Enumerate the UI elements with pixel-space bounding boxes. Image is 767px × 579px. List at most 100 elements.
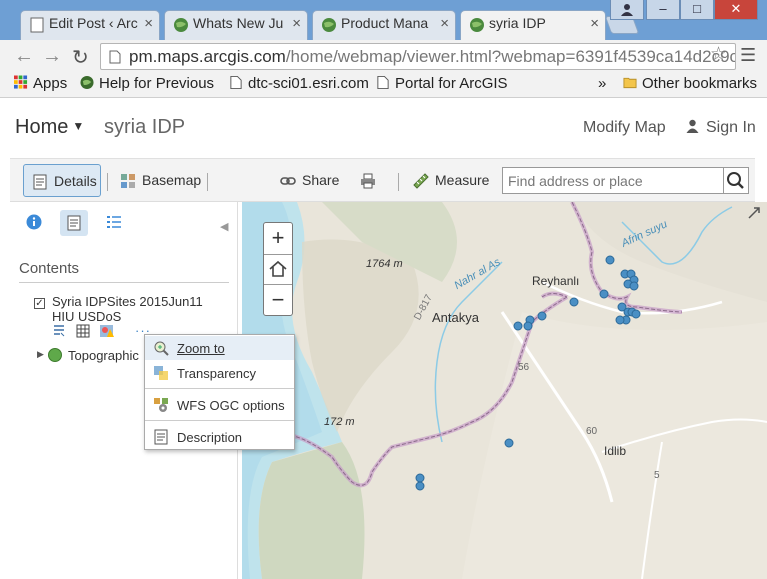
road-label: 56: [518, 362, 530, 373]
close-tab-icon[interactable]: ×: [440, 15, 449, 32]
bookmark-help[interactable]: Help for Previous: [80, 75, 214, 92]
legend-icon[interactable]: [106, 214, 122, 230]
share-label: Share: [302, 172, 340, 188]
printer-icon: [361, 173, 375, 189]
back-arrow-icon[interactable]: ←: [14, 45, 34, 68]
sign-in-label: Sign In: [706, 119, 756, 136]
contents-heading: Contents: [19, 260, 80, 277]
menu-item-transparency[interactable]: Transparency: [145, 361, 294, 385]
basemap-button[interactable]: Basemap: [112, 164, 209, 197]
bookmark-dtc[interactable]: dtc-sci01.esri.com: [229, 75, 369, 92]
zoom-in-button[interactable]: +: [264, 223, 292, 254]
menu-item-zoom-to[interactable]: Zoom to: [145, 336, 294, 360]
map-canvas[interactable]: [242, 202, 767, 579]
fullscreen-icon[interactable]: [747, 206, 761, 220]
more-bookmarks-chevron[interactable]: »: [598, 75, 606, 92]
close-tab-icon[interactable]: ×: [144, 15, 153, 32]
basemap-label: Basemap: [142, 172, 202, 188]
user-icon[interactable]: [610, 0, 644, 20]
modify-map-link[interactable]: Modify Map: [583, 119, 666, 137]
layer-visibility-checkbox[interactable]: ✓: [34, 298, 45, 309]
url-path: /home/webmap/viewer.html?webmap=6391f453…: [285, 47, 736, 66]
forward-arrow-icon[interactable]: →: [42, 45, 62, 68]
basemap-globe-icon: [48, 348, 62, 362]
sign-in-link[interactable]: Sign In: [686, 119, 756, 137]
close-tab-icon[interactable]: ×: [292, 15, 301, 32]
attribute-table-icon[interactable]: [76, 324, 90, 338]
browser-tab-active[interactable]: syria IDP ×: [460, 10, 606, 40]
address-bar[interactable]: pm.maps.arcgis.com/home/webmap/viewer.ht…: [100, 43, 736, 70]
change-style-icon[interactable]: [100, 324, 115, 338]
menu-item-description[interactable]: Description: [145, 425, 294, 449]
bookmark-other[interactable]: Other bookmarks: [623, 75, 757, 92]
page-icon: [377, 75, 389, 90]
expand-layer-icon[interactable]: ▶: [37, 349, 44, 360]
details-button[interactable]: Details: [23, 164, 101, 197]
menu-item-label: Zoom to: [177, 341, 225, 356]
menu-item-label: Description: [177, 430, 243, 445]
menu-divider: [145, 388, 294, 389]
close-window-button[interactable]: ✕: [714, 0, 758, 20]
layer-topographic[interactable]: Topographic: [68, 348, 139, 363]
wordpress-icon: [30, 17, 44, 33]
transparency-icon: [154, 366, 168, 380]
tab-title: Edit Post ‹ Arc: [49, 15, 138, 31]
layer-context-menu: Zoom to Transparency WFS OGC options Des…: [144, 334, 295, 450]
arcgis-globe-icon: [322, 18, 336, 32]
bookmark-apps[interactable]: Apps: [14, 75, 67, 92]
browser-tab-2[interactable]: Whats New Ju ×: [164, 10, 308, 40]
elevation-label: 1764 m: [366, 258, 403, 270]
details-doc-icon: [33, 174, 47, 190]
caret-down-icon: ▼: [72, 119, 85, 133]
browser-tab-1[interactable]: Edit Post ‹ Arc ×: [20, 10, 160, 40]
zoom-control: + −: [263, 222, 293, 316]
browser-tabstrip: Edit Post ‹ Arc × Whats New Ju × Product…: [0, 0, 767, 40]
zoom-to-icon: [154, 341, 169, 356]
bookmark-star-icon[interactable]: ☆: [710, 43, 727, 66]
city-label-reyhanli: Reyhanlı: [532, 274, 580, 288]
home-menu[interactable]: Home ▼: [15, 116, 84, 139]
basemap-grid-icon: [121, 174, 135, 188]
page-icon: [109, 50, 121, 64]
map-title: syria IDP: [104, 116, 186, 138]
browser-toolbar: ← → ↻ pm.maps.arcgis.com/home/webmap/vie…: [0, 40, 767, 72]
home-extent-button[interactable]: [264, 254, 292, 285]
home-label: Home: [15, 116, 69, 138]
about-info-icon[interactable]: [26, 214, 42, 230]
share-button[interactable]: Share: [272, 164, 347, 197]
city-label-idlib: Idlib: [604, 444, 627, 458]
bookmark-label: Other bookmarks: [642, 75, 758, 92]
search-icon: [727, 172, 744, 189]
chrome-menu-icon[interactable]: ☰: [740, 45, 756, 66]
bookmark-label: Apps: [33, 75, 68, 92]
description-doc-icon: [154, 429, 168, 445]
search-button[interactable]: [724, 167, 749, 194]
minimize-button[interactable]: –: [646, 0, 680, 20]
divider: [19, 282, 229, 283]
browser-tab-3[interactable]: Product Mana ×: [312, 10, 456, 40]
layer-idp-sites[interactable]: Syria IDPSites 2015Jun11 HIU USDoS: [52, 294, 222, 324]
zoom-out-button[interactable]: −: [264, 285, 292, 316]
link-icon: [280, 177, 296, 185]
bookmark-portal[interactable]: Portal for ArcGIS: [376, 75, 508, 92]
map-view[interactable]: 1764 m Antakya Reyhanlı 172 m Idlib 56 6…: [242, 202, 767, 579]
maximize-button[interactable]: □: [680, 0, 714, 20]
tab-title: Whats New Ju: [193, 15, 284, 31]
close-tab-icon[interactable]: ×: [590, 15, 599, 32]
arcgis-globe-icon: [174, 18, 188, 32]
search-input[interactable]: Find address or place: [502, 167, 724, 194]
measure-button[interactable]: Measure: [405, 164, 497, 197]
arcgis-globe-icon: [470, 18, 484, 32]
show-legend-icon[interactable]: [52, 324, 66, 338]
reload-icon[interactable]: ↻: [72, 45, 89, 70]
road-label: 60: [586, 426, 598, 437]
bookmark-label: Portal for ArcGIS: [395, 75, 508, 92]
details-label: Details: [54, 173, 97, 189]
tab-title: syria IDP: [489, 15, 546, 31]
content-tab-selected[interactable]: [60, 210, 88, 236]
print-button[interactable]: [352, 164, 384, 197]
collapse-panel-icon[interactable]: ◀: [220, 220, 228, 233]
wfs-options-icon: [154, 398, 168, 412]
app-header: Home ▼ syria IDP Modify Map Sign In: [0, 98, 767, 158]
menu-item-wfs-options[interactable]: WFS OGC options: [145, 393, 294, 417]
